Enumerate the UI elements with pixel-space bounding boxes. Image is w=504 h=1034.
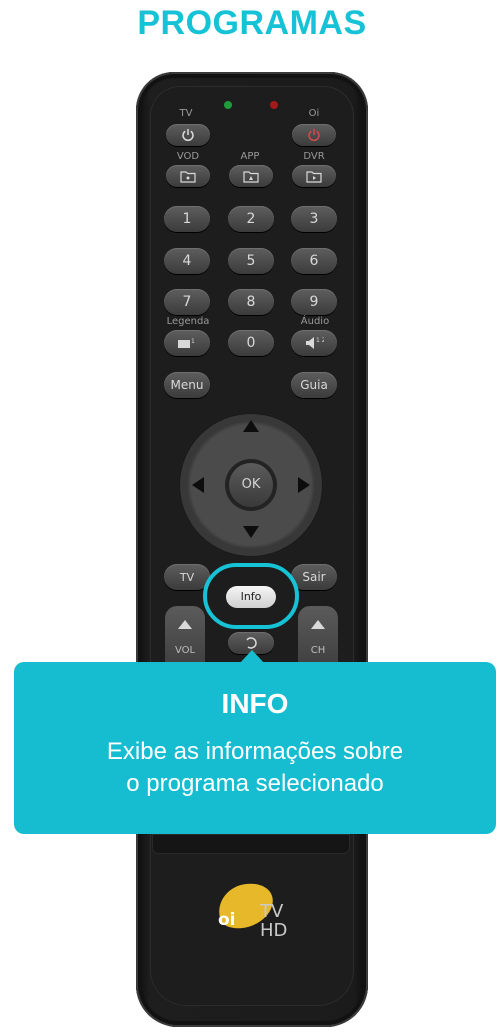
number-2-button[interactable]: 2 (228, 206, 274, 232)
guide-button[interactable]: Guia (291, 372, 337, 398)
arrow-right-button[interactable] (298, 477, 310, 493)
oi-label: Oi (308, 108, 320, 119)
volume-up-icon (178, 620, 192, 629)
number-5-button[interactable]: 5 (228, 248, 274, 274)
svg-text:1 2: 1 2 (316, 337, 324, 344)
number-1-button[interactable]: 1 (164, 206, 210, 232)
logo-brand: oi (218, 910, 236, 930)
tooltip-line-2: o programa selecionado (126, 770, 384, 797)
tooltip-title: INFO (221, 688, 289, 719)
tv-mode-button[interactable]: TV (164, 564, 210, 590)
app-label: APP (240, 151, 260, 162)
subtitle-button[interactable]: 1 2 (164, 330, 210, 356)
number-3-button[interactable]: 3 (291, 206, 337, 232)
info-tooltip: INFO Exibe as informações sobre o progra… (14, 662, 496, 834)
logo-hd: HD (260, 920, 287, 941)
ch-label: CH (310, 645, 326, 656)
vod-button[interactable] (166, 165, 210, 187)
oi-power-button[interactable] (292, 124, 336, 146)
vod-label: VOD (176, 151, 200, 162)
folder-icon (243, 170, 259, 183)
logo-tv: TV (259, 901, 284, 922)
tooltip-description: Exibe as informações sobre o programa se… (44, 736, 466, 800)
power-icon (308, 129, 320, 142)
tv-power-button[interactable] (166, 124, 210, 146)
exit-button[interactable]: Sair (291, 564, 337, 590)
svg-text:1 2: 1 2 (191, 338, 197, 345)
number-7-button[interactable]: 7 (164, 289, 210, 315)
led-green (224, 101, 232, 109)
ok-button[interactable]: OK (229, 463, 273, 507)
folder-icon (306, 170, 322, 183)
dvr-label: DVR (303, 151, 325, 162)
number-9-button[interactable]: 9 (291, 289, 337, 315)
number-0-button[interactable]: 0 (228, 330, 274, 356)
back-icon (246, 637, 257, 649)
dvr-button[interactable] (292, 165, 336, 187)
subtitle-icon: 1 2 (178, 338, 201, 348)
page-title: PROGRAMAS (137, 4, 367, 42)
tooltip-line-1: Exibe as informações sobre (106, 738, 404, 765)
tv-label: TV (179, 108, 193, 119)
arrow-left-button[interactable] (192, 477, 204, 493)
vol-label: VOL (174, 645, 196, 656)
number-4-button[interactable]: 4 (164, 248, 210, 274)
tv-mode-label: TV (179, 571, 195, 584)
number-8-button[interactable]: 8 (228, 289, 274, 315)
speaker-icon: 1 2 (306, 337, 326, 349)
menu-button[interactable]: Menu (164, 372, 210, 398)
channel-up-icon (311, 620, 325, 629)
info-button[interactable]: Info (226, 586, 276, 608)
arrow-down-button[interactable] (243, 526, 259, 538)
folder-icon (180, 170, 196, 183)
legenda-label: Legenda (166, 316, 210, 327)
number-6-button[interactable]: 6 (291, 248, 337, 274)
power-icon (182, 129, 194, 142)
oi-tv-hd-logo: oi TV HD (218, 883, 287, 941)
arrow-up-button[interactable] (243, 420, 259, 432)
led-red (270, 101, 278, 109)
remote-lower-panel (152, 834, 350, 854)
audio-button[interactable]: 1 2 (291, 330, 337, 356)
audio-label: Áudio (300, 316, 330, 327)
app-button[interactable] (229, 165, 273, 187)
